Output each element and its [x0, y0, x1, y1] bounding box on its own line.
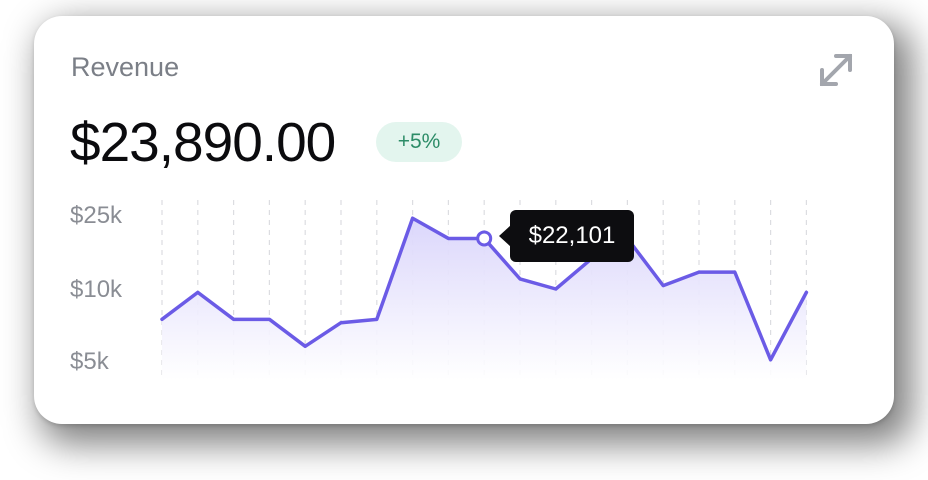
value-tooltip: $22,101: [510, 210, 634, 262]
revenue-card: Revenue $23,890.00 +5% $25k $10k $5k $22…: [34, 16, 894, 424]
hover-point-marker: [476, 230, 493, 247]
y-tick-label: $10k: [70, 276, 123, 303]
y-tick-label: $5k: [70, 348, 109, 375]
y-tick-label: $25k: [70, 202, 123, 229]
revenue-chart: [160, 200, 809, 380]
